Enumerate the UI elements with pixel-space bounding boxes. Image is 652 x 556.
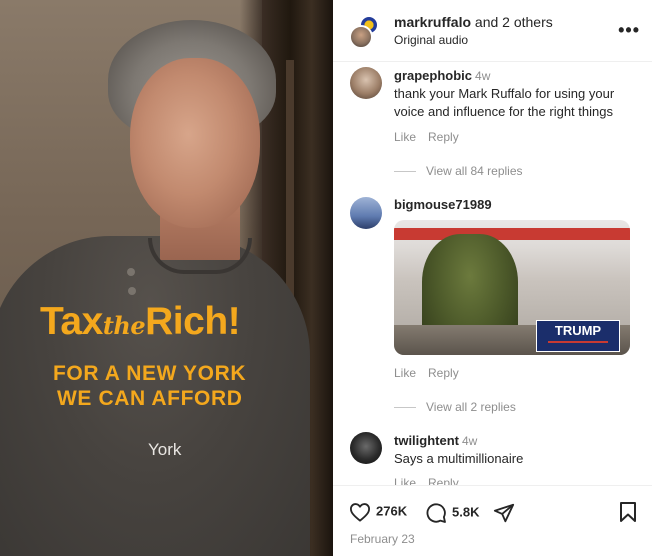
author-username[interactable]: markruffalo — [394, 14, 471, 30]
like-comment-button[interactable]: Like — [394, 366, 416, 380]
shirt-button — [128, 287, 136, 295]
comment-header: grapephobic 4w — [394, 68, 490, 83]
comment-time: 4w — [462, 434, 478, 448]
commenter-avatar[interactable] — [350, 432, 382, 464]
view-replies-button[interactable]: View all 2 replies — [394, 400, 516, 414]
post-date[interactable]: February 23 — [350, 532, 415, 546]
banner-stripe — [394, 228, 630, 240]
view-replies-button[interactable]: View all 84 replies — [394, 164, 523, 178]
audio-label[interactable]: Original audio — [394, 33, 468, 47]
like-comment-button[interactable]: Like — [394, 476, 416, 485]
shirt-small-text: York — [148, 440, 182, 459]
bookmark-button[interactable] — [618, 501, 638, 528]
post-panel: markruffalo and 2 others Original audio … — [333, 0, 652, 556]
comment-username[interactable]: twilightent — [394, 433, 459, 448]
author-avatar — [349, 25, 373, 49]
comment-stat: 5.8K — [425, 502, 479, 524]
comment-actions: Like Reply — [394, 130, 459, 144]
shirt-slogan-line2: FOR A NEW YORK — [53, 362, 247, 385]
post-footer: 276K 5.8K February 23 — [333, 485, 652, 556]
comment-time: 4w — [475, 69, 491, 83]
commenter-avatar[interactable] — [350, 197, 382, 229]
replies-divider — [394, 407, 416, 409]
post-author-line[interactable]: markruffalo and 2 others — [394, 14, 553, 30]
video-player[interactable]: TaxtheRich! FOR A NEW YORK WE CAN AFFORD… — [0, 0, 333, 556]
share-stat — [493, 502, 520, 524]
sign-stripe — [548, 341, 608, 343]
trump-sign: TRUMP — [536, 320, 620, 352]
replies-divider — [394, 171, 416, 173]
like-stat: 276K — [349, 502, 407, 522]
shirt-slogan-line3: WE CAN AFFORD — [57, 387, 243, 410]
face — [130, 58, 260, 228]
like-comment-button[interactable]: Like — [394, 130, 416, 144]
collaborators-link[interactable]: and 2 others — [475, 14, 553, 30]
more-options-icon[interactable]: ••• — [618, 20, 640, 41]
reply-button[interactable]: Reply — [428, 366, 459, 380]
comment-text: thank your Mark Ruffalo for using your v… — [394, 86, 615, 119]
comment-text: Says a multimillionaire — [394, 451, 524, 466]
comment-count[interactable]: 5.8K — [452, 504, 479, 519]
comment-actions: Like Reply — [394, 476, 459, 485]
post-header: markruffalo and 2 others Original audio … — [333, 0, 652, 62]
comments-list[interactable]: grapephobic 4w thank your Mark Ruffalo fo… — [333, 63, 652, 485]
bookmark-icon[interactable] — [618, 501, 638, 523]
comment-username[interactable]: bigmouse71989 — [394, 197, 492, 212]
reply-button[interactable]: Reply — [428, 130, 459, 144]
heart-icon[interactable] — [349, 502, 371, 522]
shirt-slogan-line1: TaxtheRich! — [40, 300, 241, 343]
comment-header: twilightent 4w — [394, 433, 477, 448]
comment-username[interactable]: grapephobic — [394, 68, 472, 83]
commenter-avatar[interactable] — [350, 67, 382, 99]
comment-image[interactable]: TRUMP — [394, 220, 630, 355]
author-avatars[interactable] — [349, 15, 379, 49]
shirt-button — [127, 268, 135, 276]
comment-actions: Like Reply — [394, 366, 459, 380]
reply-button[interactable]: Reply — [428, 476, 459, 485]
comment-icon[interactable] — [425, 502, 447, 524]
share-icon[interactable] — [493, 502, 515, 524]
like-count[interactable]: 276K — [376, 503, 407, 518]
